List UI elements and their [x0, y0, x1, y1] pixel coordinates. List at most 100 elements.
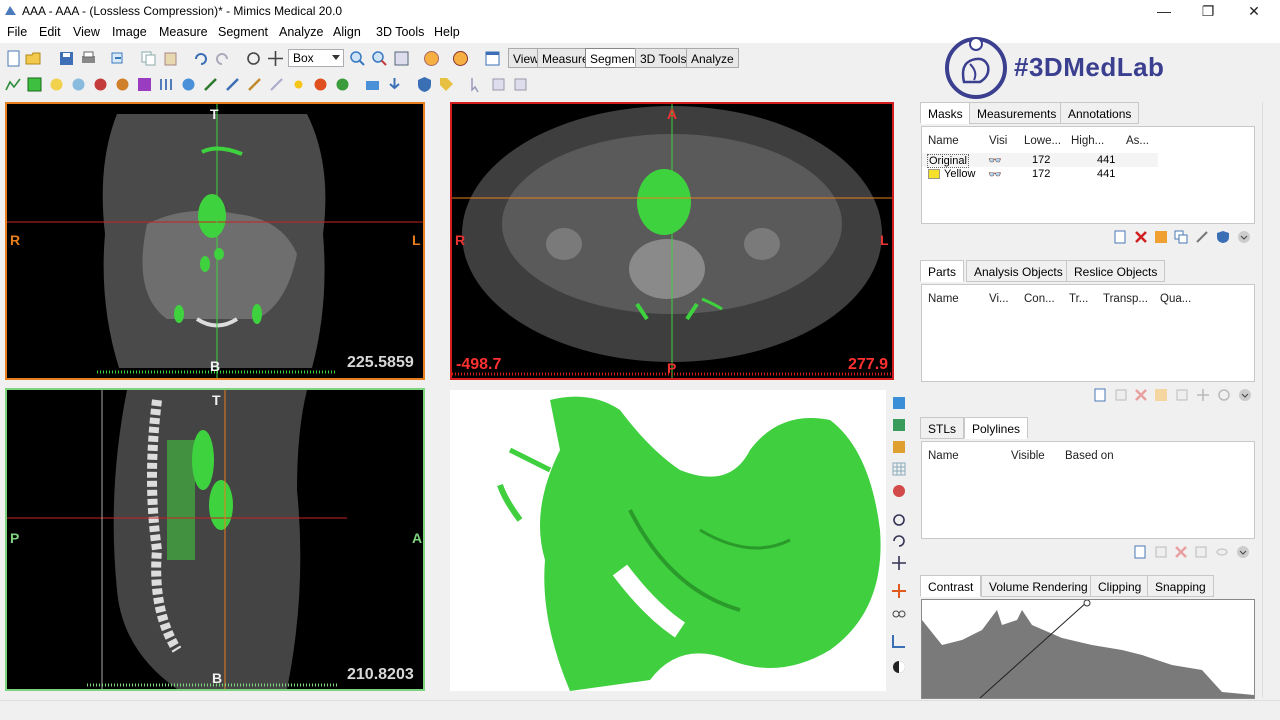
- tab-volume-rendering[interactable]: Volume Rendering: [981, 575, 1096, 597]
- undo-icon[interactable]: [192, 50, 209, 67]
- boolean-icon[interactable]: [312, 76, 329, 93]
- lasso-icon[interactable]: [268, 76, 285, 93]
- menu-help[interactable]: Help: [434, 25, 460, 39]
- sagittal-scrollbar[interactable]: [427, 388, 444, 691]
- contrast-histogram[interactable]: [921, 599, 1255, 699]
- sagittal-view[interactable]: T B P A 210.8203: [5, 388, 425, 691]
- tag-icon[interactable]: [438, 76, 455, 93]
- column-name[interactable]: Name: [928, 450, 959, 462]
- erase-icon[interactable]: [246, 76, 263, 93]
- tab-measurements[interactable]: Measurements: [969, 102, 1065, 124]
- region-grow-icon[interactable]: [48, 76, 65, 93]
- menu-align[interactable]: Align: [333, 25, 361, 39]
- menu-image[interactable]: Image: [112, 25, 147, 39]
- tab-parts[interactable]: Parts: [920, 260, 965, 282]
- mode-tab-3d-tools[interactable]: 3D Tools: [635, 48, 692, 68]
- multiple-slice-edit-icon[interactable]: [158, 76, 175, 93]
- column-associated[interactable]: As...: [1126, 135, 1149, 147]
- column-higher[interactable]: High...: [1071, 135, 1104, 147]
- visibility-icon[interactable]: [890, 604, 908, 622]
- column-name[interactable]: Name: [928, 135, 959, 147]
- menu-view[interactable]: View: [73, 25, 100, 39]
- shield-icon[interactable]: [416, 76, 433, 93]
- right-panel-scrollbar[interactable]: [1262, 102, 1277, 698]
- delete-icon[interactable]: [1134, 388, 1148, 402]
- delete-icon[interactable]: [1134, 230, 1148, 244]
- tab-contrast[interactable]: Contrast: [920, 575, 982, 597]
- view-front-icon[interactable]: [890, 416, 908, 434]
- tab-snapping[interactable]: Snapping: [1147, 575, 1214, 597]
- light-icon[interactable]: [290, 76, 307, 93]
- help-pointer-icon[interactable]: [452, 50, 469, 67]
- column-quality[interactable]: Qua...: [1160, 293, 1191, 305]
- edit-mask-icon[interactable]: [202, 76, 219, 93]
- column-visible[interactable]: Visi: [989, 135, 1007, 147]
- zoom-out-icon[interactable]: [371, 50, 388, 67]
- layers-icon[interactable]: [512, 76, 529, 93]
- column-lower[interactable]: Lowe...: [1024, 135, 1061, 147]
- new-polyline-icon[interactable]: [1133, 545, 1147, 559]
- export-icon[interactable]: [109, 50, 126, 67]
- new-project-icon[interactable]: [5, 50, 22, 67]
- dynamic-region-grow-icon[interactable]: [70, 76, 87, 93]
- rotate-3d-icon[interactable]: [890, 532, 908, 550]
- column-visible[interactable]: Visible: [1011, 450, 1045, 462]
- paste-icon[interactable]: [162, 50, 179, 67]
- import-icon[interactable]: [386, 76, 403, 93]
- duplicate-icon[interactable]: [1154, 545, 1168, 559]
- visibility-icon[interactable]: 👓: [988, 168, 1002, 181]
- smart-fill-icon[interactable]: [114, 76, 131, 93]
- edit-icon[interactable]: [1195, 230, 1209, 244]
- duplicate-icon[interactable]: [1114, 388, 1128, 402]
- chevron-down-icon[interactable]: [1238, 388, 1252, 402]
- menu-edit[interactable]: Edit: [39, 25, 61, 39]
- column-name[interactable]: Name: [928, 293, 959, 305]
- new-part-icon[interactable]: [1093, 388, 1107, 402]
- crosshair-icon[interactable]: [890, 582, 908, 600]
- open-project-icon[interactable]: [25, 50, 42, 67]
- fill-holes-icon[interactable]: [334, 76, 351, 93]
- profile-line-icon[interactable]: [5, 76, 22, 93]
- color-palette-icon[interactable]: [890, 482, 908, 500]
- menu-file[interactable]: File: [7, 25, 27, 39]
- chevron-down-icon[interactable]: [1237, 230, 1251, 244]
- export-icon[interactable]: [1175, 388, 1189, 402]
- new-mask-icon[interactable]: [1113, 230, 1127, 244]
- stack-icon[interactable]: [490, 76, 507, 93]
- measure-axes-icon[interactable]: [890, 632, 908, 650]
- delete-icon[interactable]: [1174, 545, 1188, 559]
- coronal-scrollbar[interactable]: [427, 102, 444, 380]
- morphology-icon[interactable]: [180, 76, 197, 93]
- info-icon[interactable]: [1154, 388, 1168, 402]
- tab-clipping[interactable]: Clipping: [1090, 575, 1150, 597]
- copy-icon[interactable]: [140, 50, 157, 67]
- column-contour[interactable]: Con...: [1024, 293, 1055, 305]
- 3d-view[interactable]: [450, 390, 886, 691]
- camera-icon[interactable]: [890, 510, 908, 528]
- info-icon[interactable]: [1154, 230, 1168, 244]
- rotate-icon[interactable]: [1217, 388, 1231, 402]
- duplicate-icon[interactable]: [1174, 230, 1188, 244]
- mask-row-original[interactable]: Original 👓 172 441: [922, 153, 1158, 168]
- view-side-icon[interactable]: [890, 438, 908, 456]
- visibility-icon[interactable]: 👓: [988, 154, 1002, 167]
- close-button[interactable]: ✕: [1234, 2, 1274, 20]
- print-icon[interactable]: [80, 50, 97, 67]
- view-cube-icon[interactable]: [890, 394, 908, 412]
- pointer-icon[interactable]: [468, 76, 485, 93]
- save-icon[interactable]: [58, 50, 75, 67]
- tab-masks[interactable]: Masks: [920, 102, 971, 124]
- window-layout-icon[interactable]: [484, 50, 501, 67]
- menu-measure[interactable]: Measure: [159, 25, 208, 39]
- zoom-fit-icon[interactable]: [393, 50, 410, 67]
- menu-analyze[interactable]: Analyze: [279, 25, 323, 39]
- menu-3d-tools[interactable]: 3D Tools: [376, 25, 424, 39]
- threshold-icon[interactable]: [26, 76, 43, 93]
- draw-icon[interactable]: [224, 76, 241, 93]
- pan-icon[interactable]: [267, 50, 284, 67]
- grid-icon[interactable]: [890, 460, 908, 478]
- column-based-on[interactable]: Based on: [1065, 450, 1114, 462]
- tab-analysis-objects[interactable]: Analysis Objects: [966, 260, 1071, 282]
- calculate-3d-icon[interactable]: [364, 76, 381, 93]
- shield-icon[interactable]: [1216, 230, 1230, 244]
